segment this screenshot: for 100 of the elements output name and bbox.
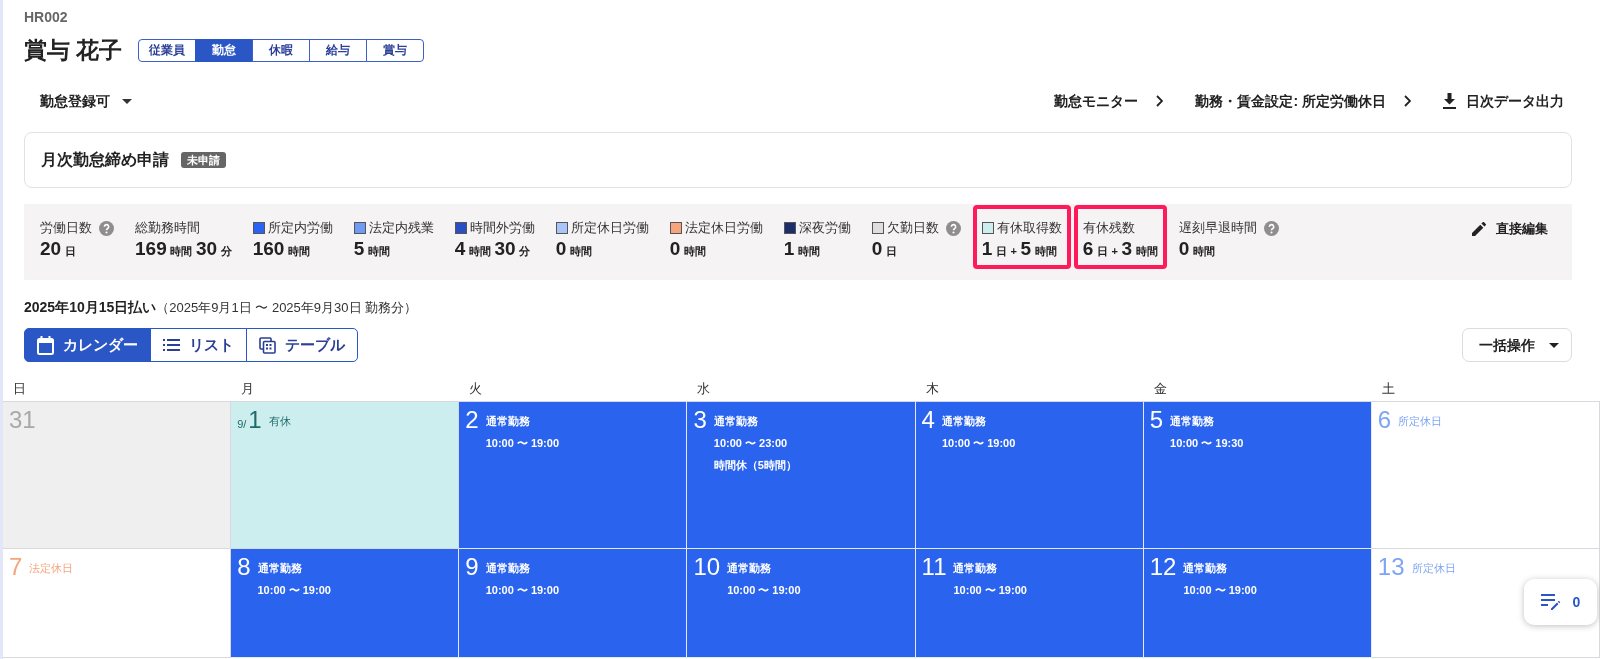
closing-request-title: 月次勤怠締め申請 <box>41 150 169 170</box>
view-tab[interactable]: リスト <box>150 328 247 362</box>
summary-value: 20 日 <box>40 237 77 261</box>
day-number: 3 <box>693 407 707 433</box>
day-number: 7 <box>9 554 23 580</box>
summary-label: 総勤務時間 <box>135 219 200 237</box>
shift-detail: 時間休（5時間） <box>713 458 797 473</box>
summary-value: 4 時間 30 分 <box>454 237 532 261</box>
shift-label: 通常勤務 <box>941 414 987 429</box>
employee-code: HR002 <box>24 8 69 26</box>
summary-label: 時間外労働 <box>469 219 535 237</box>
calendar-icon <box>37 335 54 355</box>
section-tab[interactable]: 給与 <box>309 38 368 62</box>
shift-label: 通常勤務 <box>713 414 759 429</box>
shift-detail: 10:00 〜 19:00 <box>1183 583 1257 598</box>
shift-label: 有休 <box>268 414 291 429</box>
day-number: 31 <box>9 407 36 433</box>
summary-label: 遅刻早退時間 <box>1178 219 1257 237</box>
summary-label: 有休残数 <box>1082 219 1135 237</box>
shift-label: 通常勤務 <box>727 561 773 576</box>
shift-detail: 10:00 〜 23:00 <box>713 436 789 451</box>
summary-label: 所定内労働 <box>267 219 333 237</box>
day-number: 2 <box>465 407 479 433</box>
summary-value: 0 日 <box>871 237 898 261</box>
shift-detail: 10:00 〜 19:00 <box>485 583 560 598</box>
employee-name: 賞与 花子 <box>24 36 123 65</box>
summary-value: 0 時間 <box>669 237 707 261</box>
day-number: 13 <box>1377 554 1405 580</box>
shift-detail: 10:00 〜 19:00 <box>485 436 560 451</box>
export-button[interactable]: 日次データ出力 <box>1443 90 1564 112</box>
settings-link[interactable]: 勤務・賃金設定: 所定労働休日 <box>1195 90 1411 112</box>
calendar-day-cell[interactable]: 5 通常勤務 10:00 〜 19:30 <box>1143 402 1372 549</box>
weekday-label: 日 <box>12 380 27 398</box>
weekday-label: 月 <box>240 380 256 398</box>
weekday-label: 金 <box>1152 380 1168 398</box>
shift-detail: 10:00 〜 19:00 <box>257 583 331 598</box>
shift-detail: 10:00 〜 19:00 <box>727 583 801 598</box>
calendar-day-cell[interactable]: 10 通常勤務 10:00 〜 19:00 <box>687 549 916 658</box>
payment-date: 2025年10月15日払い <box>24 299 157 315</box>
calendar-day-cell[interactable]: 8 通常勤務 10:00 〜 19:00 <box>231 549 460 658</box>
shift-label: 通常勤務 <box>953 561 999 576</box>
summary-label: 法定内残業 <box>368 219 434 237</box>
summary-label: 欠勤日数 <box>886 219 939 237</box>
caret-down-icon <box>1549 342 1559 348</box>
summary-value: 6 日 + 3 時間 <box>1082 237 1158 261</box>
weekday-label: 火 <box>468 380 484 398</box>
calendar-day-cell[interactable]: 4 通常勤務 10:00 〜 19:00 <box>915 402 1144 549</box>
section-tab[interactable]: 休暇 <box>252 38 311 62</box>
list-edit-icon <box>1540 594 1561 610</box>
shift-label: 通常勤務 <box>1170 414 1216 429</box>
section-tab[interactable]: 賞与 <box>366 38 425 62</box>
shift-label: 所定休日 <box>1398 414 1443 429</box>
calendar-day-cell[interactable]: 3 通常勤務 10:00 〜 23:00 時間休（5時間） <box>687 402 916 549</box>
day-number: 6 <box>1377 407 1392 433</box>
calendar-day-cell[interactable]: 9/1 有休 <box>231 402 460 549</box>
view-tab[interactable]: テーブル <box>246 328 358 362</box>
summary-value: 5 時間 <box>353 237 391 261</box>
calendar-day-cell[interactable]: 12 通常勤務 10:00 〜 19:00 <box>1143 549 1372 658</box>
day-number: 10 <box>693 554 721 580</box>
summary-label: 深夜労働 <box>798 219 851 237</box>
shift-detail: 10:00 〜 19:30 <box>1170 436 1244 451</box>
shift-detail: 10:00 〜 19:00 <box>953 583 1027 598</box>
summary-value: 169 時間 30 分 <box>135 237 232 261</box>
direct-edit-button[interactable]: 直接編集 <box>1472 219 1548 239</box>
weekday-label: 土 <box>1380 380 1396 398</box>
summary-value: 1 日 + 5 時間 <box>981 237 1058 261</box>
day-number: 9 <box>465 554 479 580</box>
summary-value: 0 時間 <box>1178 237 1216 261</box>
day-number: 11 <box>921 554 947 580</box>
shift-detail: 10:00 〜 19:00 <box>941 436 1016 451</box>
shift-label: 通常勤務 <box>485 561 531 576</box>
section-tab[interactable]: 勤怠 <box>195 38 254 62</box>
settings-link[interactable]: 勤怠モニター <box>1054 90 1164 112</box>
view-tab[interactable]: カレンダー <box>24 328 151 362</box>
summary-value: 1 時間 <box>783 237 821 261</box>
summary-label: 労働日数 <box>40 219 92 237</box>
day-number: 12 <box>1149 554 1177 580</box>
day-number: 5 <box>1149 407 1164 433</box>
calendar-day-cell[interactable]: 9 通常勤務 10:00 〜 19:00 <box>459 549 688 658</box>
summary-label: 法定休日労働 <box>684 219 763 237</box>
shift-label: 通常勤務 <box>257 561 303 576</box>
notes-button[interactable]: 0 <box>1524 579 1597 625</box>
day-number: 4 <box>921 407 935 433</box>
shift-label: 法定休日 <box>29 561 74 576</box>
section-tab[interactable]: 従業員 <box>138 38 197 62</box>
weekday-label: 木 <box>924 380 940 398</box>
caret-down-icon <box>122 98 132 104</box>
chevron-right-icon <box>1404 95 1411 107</box>
day-number: 9/1 <box>237 407 262 435</box>
calendar-day-cell[interactable]: 2 通常勤務 10:00 〜 19:00 <box>459 402 688 549</box>
list-icon <box>163 339 180 351</box>
day-number: 8 <box>237 554 251 580</box>
bulk-action-dropdown[interactable]: 一括操作 <box>1462 328 1572 362</box>
calendar-day-cell[interactable]: 11 通常勤務 10:00 〜 19:00 <box>915 549 1144 658</box>
chevron-right-icon <box>1156 95 1164 107</box>
download-icon <box>1443 93 1456 109</box>
summary-value: 0 時間 <box>555 237 593 261</box>
status-dropdown[interactable]: 勤怠登録可 <box>24 90 132 112</box>
summary-label: 有休取得数 <box>996 219 1062 237</box>
shift-label: 通常勤務 <box>1183 561 1229 576</box>
